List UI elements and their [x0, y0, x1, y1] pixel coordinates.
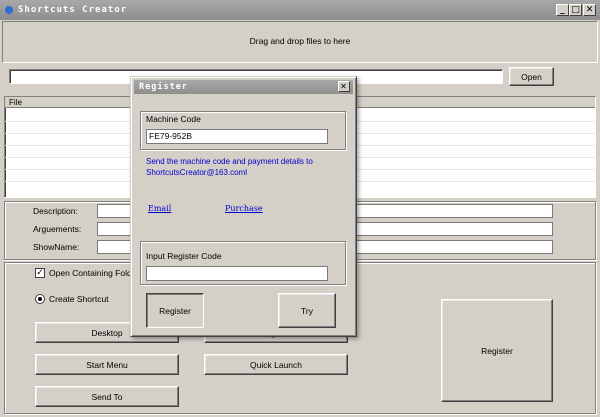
send-to-button[interactable]: Send To	[35, 386, 179, 407]
purchase-link[interactable]: Purchase	[225, 204, 263, 213]
dialog-title: Register	[139, 82, 188, 92]
showname-label: ShowName:	[33, 242, 80, 252]
instructions-line2: ShortcutsCreator@163.coml	[146, 168, 248, 177]
arguments-label: Arguements:	[33, 224, 82, 234]
register-code-label: Input Register Code	[146, 251, 222, 261]
open-folder-label[interactable]: Open Containing Folde	[49, 268, 136, 278]
start-menu-button[interactable]: Start Menu	[35, 354, 179, 375]
dialog-try-button[interactable]: Try	[278, 293, 336, 328]
create-shortcut-label[interactable]: Create Shortcut	[49, 294, 109, 304]
open-button[interactable]: Open	[509, 67, 554, 86]
machine-code-label: Machine Code	[146, 114, 201, 124]
window-titlebar[interactable]: Shortcuts Creator _ □ ✕	[0, 0, 600, 20]
window-title: Shortcuts Creator	[18, 5, 128, 15]
dialog-register-button[interactable]: Register	[146, 293, 204, 328]
drop-zone[interactable]: Drag and drop files to here	[2, 21, 598, 63]
maximize-button[interactable]: □	[569, 4, 582, 16]
drop-zone-text: Drag and drop files to here	[249, 36, 351, 46]
minimize-button[interactable]: _	[556, 4, 569, 16]
register-main-button[interactable]: Register	[441, 299, 553, 402]
quick-launch-button[interactable]: Quick Launch	[204, 354, 348, 375]
create-shortcut-radio[interactable]	[35, 294, 45, 304]
register-dialog[interactable]: Register ✕ Machine Code FE79-952B Send t…	[130, 76, 357, 337]
machine-code-field[interactable]: FE79-952B	[146, 129, 328, 144]
email-link[interactable]: Email	[148, 204, 171, 213]
open-folder-checkbox[interactable]: ✓	[35, 268, 45, 278]
close-button[interactable]: ✕	[583, 4, 596, 16]
dialog-titlebar[interactable]: Register ✕	[134, 80, 353, 94]
app-icon	[5, 6, 13, 14]
dialog-close-button[interactable]: ✕	[338, 81, 350, 92]
register-code-input[interactable]	[146, 266, 328, 281]
description-label: Description:	[33, 206, 78, 216]
